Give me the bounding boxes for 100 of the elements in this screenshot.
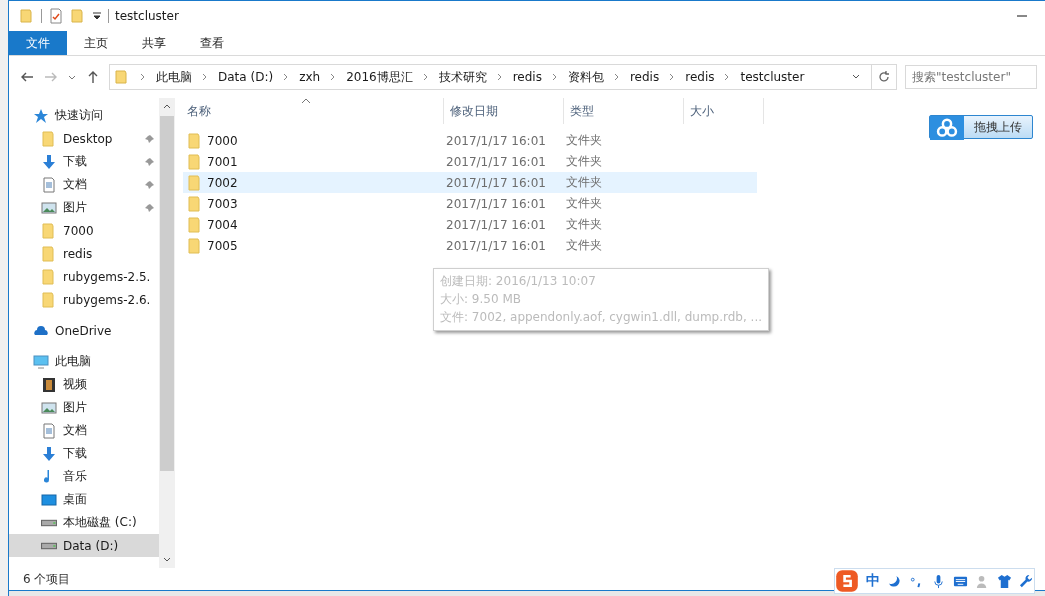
date-cell-text: 2017/1/17 16:01 — [446, 217, 547, 232]
pin-icon[interactable] — [145, 156, 155, 167]
breadcrumb-item[interactable]: zxh — [299, 70, 321, 84]
sidebar-item[interactable]: 快速访问 — [33, 104, 159, 127]
pin-icon[interactable] — [145, 179, 155, 190]
folder-icon — [187, 216, 203, 233]
computer-icon — [33, 353, 49, 370]
folder-icon — [41, 268, 57, 285]
breadcrumb-item[interactable]: redis — [685, 70, 715, 84]
chevron-right-icon[interactable] — [551, 73, 558, 81]
input-mode-toggle[interactable]: 中 — [866, 572, 880, 590]
breadcrumb-item[interactable]: 技术研究 — [438, 68, 487, 86]
sidebar-item[interactable]: rubygems-2.6. — [41, 288, 159, 311]
file-name: 7005 — [207, 238, 238, 253]
date-cell-text: 2017/1/17 16:01 — [446, 133, 547, 148]
file-name: 7002 — [207, 175, 238, 190]
date-cell-text: 2017/1/17 16:01 — [446, 196, 547, 211]
sidebar-item[interactable]: rubygems-2.5. — [41, 265, 159, 288]
star-icon — [33, 107, 49, 124]
chevron-right-icon[interactable] — [669, 73, 676, 81]
breadcrumb-item[interactable]: 2016博思汇 — [346, 68, 413, 86]
folder-icon — [187, 174, 203, 191]
input-method-logo-icon — [835, 569, 859, 593]
folder-icon — [187, 237, 203, 254]
sidebar-item[interactable]: 下载 — [41, 442, 159, 465]
properties-icon[interactable] — [48, 8, 64, 24]
ribbon-tab[interactable]: 主页 — [67, 31, 125, 55]
type-cell-text: 文件夹 — [566, 195, 603, 212]
file-name: 7003 — [207, 196, 238, 211]
column-header[interactable]: 类型 — [564, 98, 684, 124]
date-cell-text: 2017/1/17 16:01 — [446, 154, 547, 169]
chevron-right-icon[interactable] — [283, 73, 290, 81]
type-cell-text: 文件夹 — [566, 153, 603, 170]
chevron-right-icon[interactable] — [613, 73, 620, 81]
scrollbar-thumb[interactable] — [160, 116, 174, 471]
microphone-icon[interactable] — [931, 573, 946, 589]
sidebar-item[interactable]: OneDrive — [33, 319, 159, 342]
type-cell-text: 文件夹 — [566, 174, 603, 191]
pin-icon[interactable] — [145, 202, 155, 213]
wrench-icon[interactable] — [1019, 573, 1034, 589]
down-arrow-icon — [41, 153, 57, 170]
sidebar-item[interactable]: Desktop — [41, 127, 159, 150]
item-count: 6 个项目 — [23, 570, 71, 588]
breadcrumb-item[interactable]: redis — [629, 70, 660, 84]
type-cell-text: 文件夹 — [566, 237, 603, 254]
sidebar-item[interactable]: 图片 — [41, 196, 159, 219]
breadcrumb-item[interactable]: 资料包 — [567, 68, 604, 86]
folder-icon — [41, 130, 57, 147]
file-row[interactable]: 7002 2017/1/17 16:01 文件夹 — [183, 172, 757, 193]
column-header[interactable]: 名称 — [183, 98, 444, 124]
breadcrumb-item[interactable]: Data (D:) — [218, 70, 274, 84]
breadcrumb-item[interactable]: redis — [512, 70, 542, 84]
window-title: testcluster — [115, 9, 179, 23]
sidebar-item[interactable]: 下载 — [41, 150, 159, 173]
sidebar-item[interactable]: 文档 — [41, 173, 159, 196]
pin-icon[interactable] — [145, 133, 155, 144]
folder-icon — [187, 195, 203, 212]
column-header[interactable]: 修改日期 — [444, 98, 564, 124]
search-field[interactable]: 搜索"testcluster" — [905, 65, 1037, 89]
chevron-right-icon[interactable] — [330, 73, 337, 81]
film-icon — [41, 376, 57, 393]
folder-icon — [114, 69, 130, 85]
upload-button[interactable]: 拖拽上传 — [929, 115, 1033, 139]
ribbon-tab[interactable]: 查看 — [183, 31, 241, 55]
file-row[interactable]: 7001 2017/1/17 16:01 文件夹 — [183, 151, 757, 172]
chevron-right-icon[interactable] — [724, 73, 731, 81]
sidebar-item[interactable]: redis — [41, 242, 159, 265]
type-cell-text: 文件夹 — [566, 216, 603, 233]
sidebar-item[interactable]: 本地磁盘 (C:) — [41, 511, 159, 534]
sidebar-item[interactable]: 7000 — [41, 219, 159, 242]
ribbon-tab[interactable]: 共享 — [125, 31, 183, 55]
file-row[interactable]: 7004 2017/1/17 16:01 文件夹 — [183, 214, 757, 235]
ime-toolbar[interactable]: 中 — [834, 568, 1035, 594]
breadcrumb-item[interactable]: 此电脑 — [156, 68, 192, 86]
tooltip: 创建日期: 2016/1/13 10:07 大小: 9.50 MB 文件: 7002, appendonly.aof, cygwin1.dll, dump.rdb, ... — [433, 268, 770, 331]
file-row[interactable]: 7000 2017/1/17 16:01 文件夹 — [183, 130, 757, 151]
sidebar-item[interactable]: 图片 — [41, 396, 159, 419]
sidebar-item[interactable]: 音乐 — [41, 465, 159, 488]
sidebar-item[interactable]: 桌面 — [41, 488, 159, 511]
file-row[interactable]: 7005 2017/1/17 16:01 文件夹 — [183, 235, 757, 256]
sidebar-item[interactable]: Data (D:) — [9, 534, 159, 557]
dropdown-icon[interactable] — [92, 11, 102, 21]
chevron-right-icon[interactable] — [202, 73, 208, 81]
file-row[interactable]: 7003 2017/1/17 16:01 文件夹 — [183, 193, 757, 214]
chevron-right-icon[interactable] — [422, 73, 429, 81]
document-icon — [41, 422, 57, 439]
sidebar-item[interactable]: 此电脑 — [33, 350, 159, 373]
file-name: 7004 — [207, 217, 238, 232]
date-cell-text: 2017/1/17 16:01 — [446, 238, 547, 253]
down-arrow-icon — [41, 445, 57, 462]
shirt-icon[interactable] — [997, 573, 1012, 589]
breadcrumb-item[interactable]: testcluster — [740, 70, 805, 84]
date-cell-text: 2017/1/17 16:01 — [446, 175, 547, 190]
document-icon — [41, 176, 57, 193]
chevron-right-icon[interactable] — [496, 73, 503, 81]
sidebar-item[interactable]: 文档 — [41, 419, 159, 442]
sidebar-item[interactable]: 视频 — [41, 373, 159, 396]
column-header[interactable]: 大小 — [684, 98, 764, 124]
address-bar[interactable]: 此电脑 Data (D:) zxh 2016博思汇 技术研究 redis 资料包 redis redis testcluster — [109, 64, 897, 90]
chevron-right-icon[interactable] — [140, 73, 146, 81]
